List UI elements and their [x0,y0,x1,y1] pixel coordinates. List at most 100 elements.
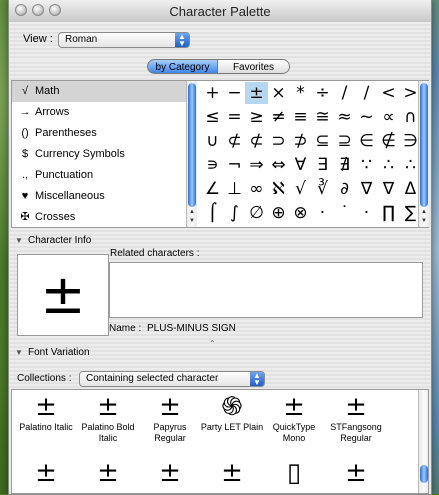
disclosure-triangle-icon[interactable]: ▼ [15,346,23,360]
character-cell[interactable]: ≤ [201,106,224,128]
category-label: Math [35,85,60,97]
tab-by-category[interactable]: by Category [147,59,218,74]
font-variation-item[interactable]: ± [14,458,78,488]
character-cell[interactable]: ∃ [311,154,334,176]
character-cell[interactable]: ÷ [311,82,334,104]
character-cell[interactable]: · [355,202,378,224]
character-cell[interactable]: ¬ [223,154,246,176]
character-cell[interactable]: ≠ [267,106,290,128]
scroll-up-icon[interactable]: ▲ [419,209,429,215]
character-preview[interactable]: ± [17,254,109,336]
view-popup[interactable]: Roman ▲ ▼ [58,32,190,48]
character-cell[interactable]: ⊄ [245,130,268,152]
font-variation-item[interactable]: ± [200,458,264,488]
character-cell[interactable]: ∈ [355,130,378,152]
category-item-parentheses[interactable]: () Parentheses [12,123,188,144]
character-cell[interactable]: ∅ [245,202,268,224]
character-cell[interactable]: ˙ [333,202,356,224]
character-cell[interactable]: ∴ [377,154,400,176]
character-cell[interactable]: * [289,82,312,104]
character-cell[interactable]: ∫ [223,202,246,224]
character-cell[interactable]: ∍ [201,154,224,176]
font-variation-item[interactable]: ֍ Party LET Plain [200,392,264,433]
font-name: Party LET Plain [200,422,264,432]
font-variation-item[interactable]: ± [76,458,140,488]
category-item-crosses[interactable]: ✠ Crosses [12,207,188,228]
character-cell[interactable]: ⊅ [289,130,312,152]
character-cell[interactable]: ⊇ [333,130,356,152]
character-cell[interactable]: ⊄ [223,130,246,152]
character-cell[interactable]: < [377,82,400,104]
character-cell[interactable]: ∉ [377,130,400,152]
character-cell[interactable]: ≡ [289,106,312,128]
disclosure-triangle-icon[interactable]: ▼ [15,234,23,248]
character-cell[interactable]: ∝ [377,106,400,128]
category-item-punctuation[interactable]: ., Punctuation [12,165,188,186]
character-cell[interactable]: ∇ [355,178,378,200]
character-cell[interactable]: ⊥ [223,178,246,200]
related-characters-box[interactable] [109,262,423,318]
font-name: Palatino Bold Italic [81,422,135,443]
character-scrollbar[interactable]: ▲ ▼ [418,81,429,227]
tab-favorites[interactable]: Favorites [218,59,290,74]
font-variation-item[interactable]: ▯ [262,458,326,488]
character-cell[interactable]: ∄ [333,154,356,176]
character-cell[interactable]: ∕ [355,82,378,104]
character-cell[interactable]: ℵ [267,178,290,200]
character-cell[interactable]: ⊕ [267,202,290,224]
character-cell[interactable]: ~ [355,106,378,128]
character-cell[interactable]: / [333,82,356,104]
category-item-miscellaneous[interactable]: ♥ Miscellaneous [12,186,188,207]
font-variation-item[interactable]: ± [138,458,202,488]
character-cell[interactable]: ∂ [333,178,356,200]
font-scrollbar[interactable] [418,390,428,493]
character-cell[interactable]: ∵ [355,154,378,176]
character-grid: + − ± × * ÷ / ∕ < > ≤ = ≥ ≠ ≡ ≅ ≈ ~ ∝ ∩ ∪ ⊄ ⊄ ⊃ ⊅ ⊆ ⊇ ∈ ∉ ∋ ∍ ¬ ⇒ ⇔ ∀ ∃ ∄ ∵ ∴ ∴… [199,81,418,227]
collections-label: Collections : [17,373,72,384]
character-cell[interactable]: ∀ [289,154,312,176]
character-cell[interactable]: √ [289,178,312,200]
character-cell[interactable]: ⌠ [201,202,224,224]
character-cell[interactable]: ≈ [333,106,356,128]
character-cell[interactable]: × [267,82,290,104]
character-cell[interactable]: = [223,106,246,128]
character-cell[interactable]: ≅ [311,106,334,128]
font-variation-item[interactable]: ± QuickType Mono [262,392,326,444]
character-cell[interactable]: ∞ [245,178,268,200]
character-cell[interactable]: ≥ [245,106,268,128]
character-cell[interactable]: ± [245,82,268,104]
category-item-arrows[interactable]: → Arrows [12,102,188,123]
character-cell[interactable]: ∇ [377,178,400,200]
collections-popup[interactable]: Containing selected character ▲ ▼ [79,371,265,387]
category-scrollbar[interactable]: ▲ ▼ [186,81,197,227]
scroll-thumb[interactable] [420,83,428,207]
category-item-currency[interactable]: $ Currency Symbols [12,144,188,165]
character-cell[interactable]: − [223,82,246,104]
character-cell[interactable]: ∛ [311,178,334,200]
scroll-down-icon[interactable]: ▼ [419,218,429,224]
font-variation-item[interactable]: ± [324,458,388,488]
character-cell[interactable]: ⊆ [311,130,334,152]
character-cell[interactable]: ⊗ [289,202,312,224]
character-cell[interactable]: ⇒ [245,154,268,176]
scroll-thumb[interactable] [420,465,428,483]
font-variation-item[interactable]: ± Palatino Italic [14,392,78,433]
font-variation-item[interactable]: ± STFangsong Regular [324,392,388,444]
font-variation-item[interactable]: ± Papyrus Regular [138,392,202,444]
font-variation-header[interactable]: ▼ Font Variation [9,346,431,360]
character-cell[interactable]: ∏ [377,202,400,224]
title-bar[interactable]: Character Palette [9,0,431,23]
character-cell[interactable]: + [201,82,224,104]
font-name: STFangsong Regular [330,422,382,443]
category-item-math[interactable]: √ Math [12,81,188,102]
character-cell[interactable]: · [311,202,334,224]
scroll-down-icon[interactable]: ▼ [187,218,197,224]
scroll-thumb[interactable] [188,83,196,207]
scroll-up-icon[interactable]: ▲ [187,209,197,215]
character-cell[interactable]: ∪ [201,130,224,152]
character-cell[interactable]: ∠ [201,178,224,200]
character-info-header[interactable]: ▼ Character Info [9,234,431,248]
character-cell[interactable]: ⊃ [267,130,290,152]
character-cell[interactable]: ⇔ [267,154,290,176]
font-variation-item[interactable]: ± Palatino Bold Italic [76,392,140,444]
